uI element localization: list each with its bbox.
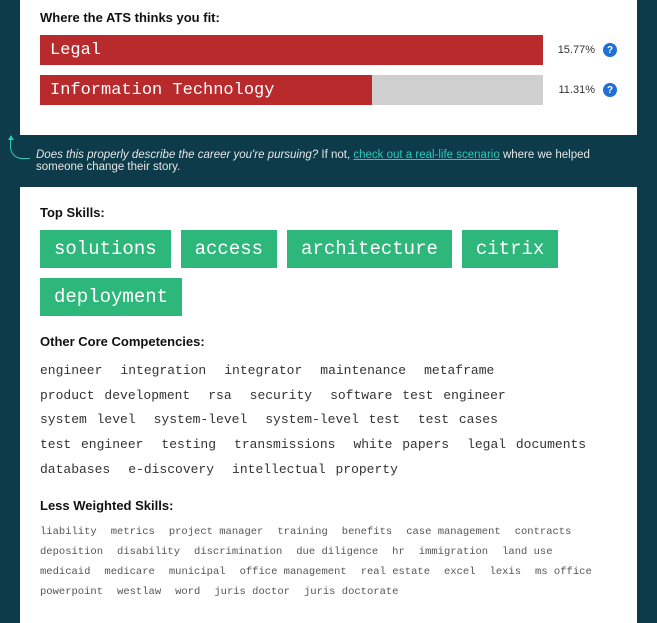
- less-item: westlaw: [117, 583, 161, 603]
- less-item: municipal: [169, 563, 226, 583]
- callout-mid: If not,: [318, 149, 353, 161]
- skill-tag: citrix: [462, 230, 558, 268]
- skill-tag: access: [181, 230, 277, 268]
- core-item: engineer: [40, 359, 102, 384]
- help-icon[interactable]: ?: [603, 83, 617, 97]
- core-item: security: [250, 384, 312, 409]
- less-item: contracts: [515, 523, 572, 543]
- less-item: word: [175, 583, 200, 603]
- less-item: due diligence: [296, 543, 378, 563]
- less-item: discrimination: [194, 543, 282, 563]
- core-item: testing: [161, 433, 216, 458]
- ats-fit-card: Where the ATS thinks you fit: Legal15.77…: [20, 0, 637, 135]
- callout-banner: Does this properly describe the career y…: [0, 135, 657, 187]
- bar-track: Legal: [40, 35, 543, 65]
- core-item: product development: [40, 384, 190, 409]
- core-item: test engineer: [40, 433, 143, 458]
- core-item: white papers: [353, 433, 449, 458]
- bar-track: Information Technology: [40, 75, 543, 105]
- core-list: engineer integration integrator maintenance…: [40, 359, 617, 482]
- arrow-icon: [10, 139, 30, 159]
- core-item: system-level: [154, 408, 248, 433]
- less-item: disability: [117, 543, 180, 563]
- less-list: liability metrics project manager training b…: [40, 523, 617, 603]
- core-item: legal documents: [467, 433, 586, 458]
- less-item: medicare: [104, 563, 154, 583]
- core-item: test cases: [418, 408, 498, 433]
- less-item: land use: [502, 543, 552, 563]
- core-item: rsa: [208, 384, 231, 409]
- core-heading: Other Core Competencies:: [40, 334, 617, 349]
- core-item: databases: [40, 458, 110, 483]
- less-item: metrics: [111, 523, 155, 543]
- core-item: maintenance: [320, 359, 406, 384]
- less-item: hr: [392, 543, 405, 563]
- skill-tag: architecture: [287, 230, 452, 268]
- top-skills-heading: Top Skills:: [40, 205, 617, 220]
- callout-link[interactable]: check out a real-life scenario: [353, 149, 499, 161]
- bar-row: Information Technology 11.31%?: [40, 75, 617, 105]
- callout-question: Does this properly describe the career y…: [36, 149, 318, 161]
- less-item: immigration: [419, 543, 488, 563]
- less-item: juris doctor: [214, 583, 290, 603]
- less-item: deposition: [40, 543, 103, 563]
- core-item: transmissions: [234, 433, 335, 458]
- core-item: metaframe: [424, 359, 494, 384]
- core-item: software test engineer: [330, 384, 506, 409]
- bar-percent: 11.31%: [543, 84, 599, 96]
- less-item: powerpoint: [40, 583, 103, 603]
- less-item: training: [277, 523, 327, 543]
- bar-fill: Information Technology: [40, 75, 372, 105]
- bar-row: Legal15.77%?: [40, 35, 617, 65]
- less-item: juris doctorate: [304, 583, 399, 603]
- core-item: integrator: [224, 359, 302, 384]
- bar-fill: Legal: [40, 35, 543, 65]
- less-heading: Less Weighted Skills:: [40, 498, 617, 513]
- bar-percent: 15.77%: [543, 44, 599, 56]
- less-item: lexis: [490, 563, 522, 583]
- skills-card: Top Skills: solutions access architecture c…: [20, 187, 637, 623]
- skill-tag: deployment: [40, 278, 182, 316]
- core-item: integration: [120, 359, 206, 384]
- help-icon[interactable]: ?: [603, 43, 617, 57]
- less-item: liability: [40, 523, 97, 543]
- less-item: benefits: [342, 523, 392, 543]
- less-item: office management: [240, 563, 347, 583]
- less-item: ms office: [535, 563, 592, 583]
- core-item: system level: [40, 408, 136, 433]
- less-item: real estate: [361, 563, 430, 583]
- skill-tag: solutions: [40, 230, 171, 268]
- core-item: intellectual property: [232, 458, 398, 483]
- ats-heading: Where the ATS thinks you fit:: [40, 10, 617, 25]
- core-item: system-level test: [265, 408, 400, 433]
- core-item: e-discovery: [128, 458, 214, 483]
- less-item: project manager: [169, 523, 264, 543]
- less-item: medicaid: [40, 563, 90, 583]
- less-item: excel: [444, 563, 476, 583]
- less-item: case management: [406, 523, 501, 543]
- top-skills-list: solutions access architecture citrix deploym…: [40, 230, 617, 316]
